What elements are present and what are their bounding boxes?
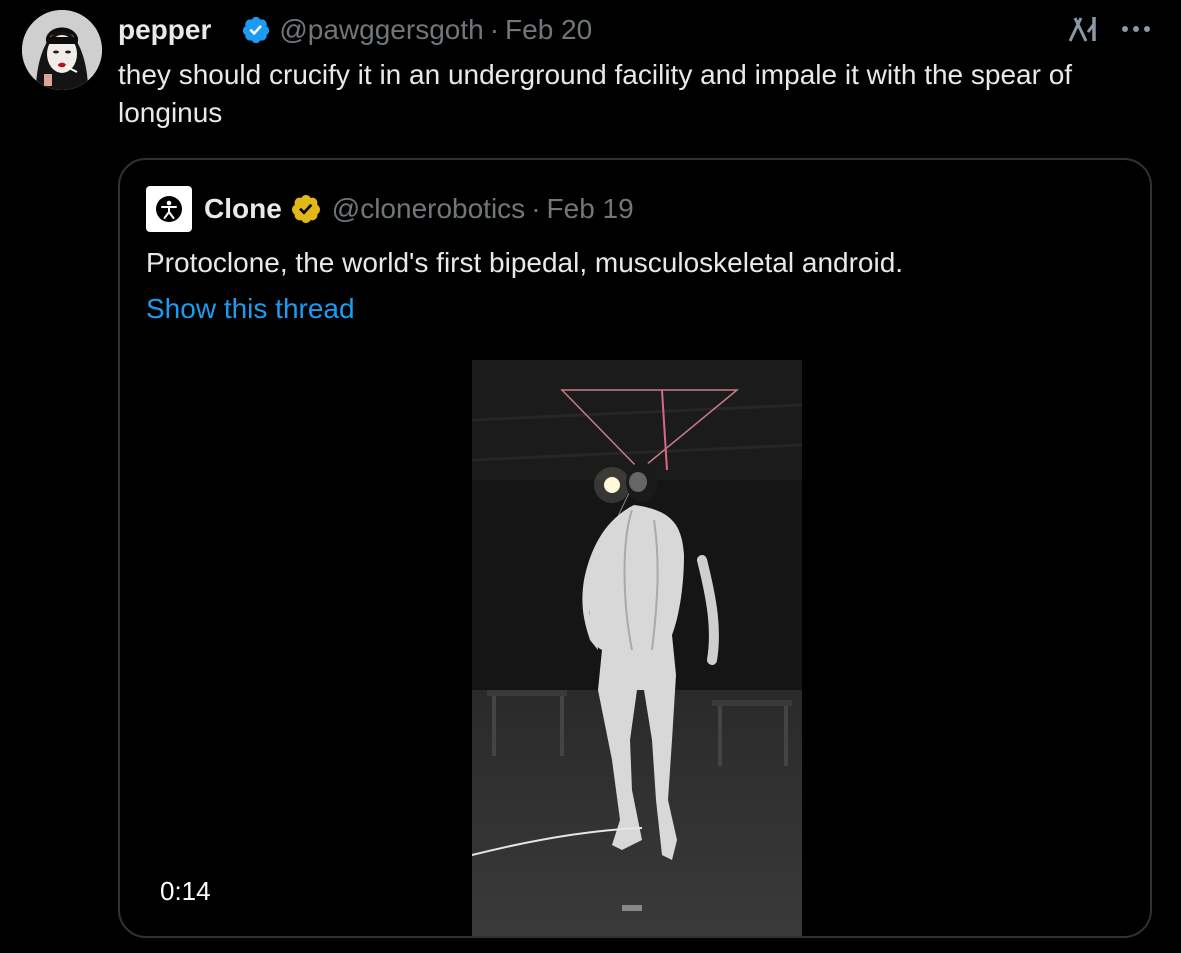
avatar-image <box>22 10 102 90</box>
quoted-tweet[interactable]: Clone @clonerobotics · Feb 19 Protoclone… <box>118 158 1152 938</box>
quoted-avatar[interactable] <box>146 186 192 232</box>
tweet-date[interactable]: Feb 20 <box>505 14 592 46</box>
verified-badge-icon <box>243 16 270 44</box>
display-name[interactable]: pepper <box>118 14 211 46</box>
top-right-actions <box>1067 14 1151 44</box>
separator: · <box>489 14 500 45</box>
quoted-separator: · <box>531 193 541 224</box>
quoted-date[interactable]: Feb 19 <box>547 193 634 225</box>
quoted-handle[interactable]: @clonerobotics <box>332 193 525 225</box>
more-icon[interactable] <box>1121 25 1151 33</box>
video-player[interactable] <box>472 360 802 936</box>
quoted-tweet-header: Clone @clonerobotics · Feb 19 <box>146 186 634 232</box>
tweet-header: pepper @pawggersgoth · Feb 20 <box>118 10 592 50</box>
show-thread-link[interactable]: Show this thread <box>146 290 355 328</box>
quoted-tweet-text: Protoclone, the world's first bipedal, m… <box>146 247 904 278</box>
handle[interactable]: @pawggersgoth <box>279 14 483 46</box>
clone-logo-icon <box>156 196 182 222</box>
video-duration: 0:14 <box>160 876 211 906</box>
quoted-display-name[interactable]: Clone <box>204 193 282 225</box>
tweet: pepper @pawggersgoth · Feb 20 they shoul… <box>0 0 1181 953</box>
tweet-text: they should crucify it in an underground… <box>118 59 1073 128</box>
video-frame <box>472 360 802 936</box>
avatar[interactable] <box>22 10 102 90</box>
verified-gold-badge-icon <box>291 195 320 223</box>
grok-icon[interactable] <box>1067 14 1101 44</box>
